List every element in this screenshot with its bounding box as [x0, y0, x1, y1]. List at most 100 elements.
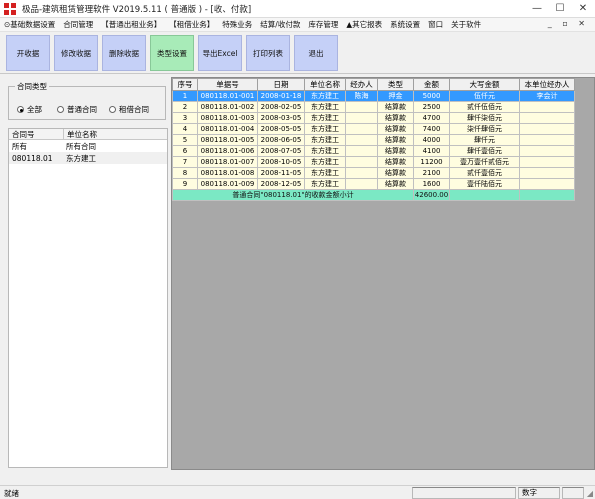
left-panel: 合同类型 全部 普通合同 租借合同 合同号 单位名称 所有 所有合同 08011…	[4, 78, 168, 468]
export-excel-button[interactable]: 导出Excel	[198, 35, 242, 71]
table-header-row: 序号 单据号 日期 单位名称 经办人 类型 金额 大写金额 本单位经办人	[172, 78, 575, 91]
col-receipt-no[interactable]: 单据号	[197, 78, 258, 91]
menu-special[interactable]: 特殊业务	[218, 19, 256, 30]
table-row[interactable]: 7 080118.01-007 2008-10-05 东方建工 结算款 11200 壹万壹仟…	[172, 156, 575, 168]
list-cell-unit-name: 东方建工	[66, 153, 96, 163]
minimize-button[interactable]: —	[526, 2, 548, 15]
cell-amount: 7400	[413, 123, 450, 135]
cell-amount-words: 肆仟柒佰元	[449, 112, 520, 124]
radio-unchecked-icon	[109, 106, 116, 113]
menu-basic-data[interactable]: ⊙基础数据设置	[0, 19, 59, 30]
cell-company-handler: 李会计	[519, 90, 575, 102]
close-button[interactable]: ✕	[572, 2, 594, 15]
mdi-window-controls[interactable]: _ ▫ ✕	[548, 19, 589, 28]
cell-date: 2008-12-05	[257, 178, 305, 190]
cell-handler	[345, 134, 378, 146]
cell-amount: 1600	[413, 178, 450, 190]
table-row[interactable]: 5 080118.01-005 2008-06-05 东方建工 结算款 4000 肆仟元	[172, 134, 575, 146]
contract-type-group: 合同类型 全部 普通合同 租借合同	[8, 81, 166, 120]
cell-amount-words: 壹万壹仟贰佰元	[449, 156, 520, 168]
table-row[interactable]: 3 080118.01-003 2008-03-05 东方建工 结算款 4700 肆仟柒佰元	[172, 112, 575, 124]
cell-unit-name: 东方建工	[304, 134, 346, 146]
table-row[interactable]: 1 080118.01-001 2008-01-18 东方建工 陈海 押金 5000 伍仟元李…	[172, 90, 575, 102]
status-panel-empty	[412, 487, 516, 499]
cell-receipt-no: 080118.01-006	[197, 145, 258, 157]
status-num-lock: 数字	[518, 487, 560, 499]
menu-window[interactable]: 窗口	[424, 19, 447, 30]
edit-receipt-button[interactable]: 修改收据	[54, 35, 98, 71]
table-row[interactable]: 8 080118.01-008 2008-11-05 东方建工 结算款 2100 贰仟壹佰元	[172, 167, 575, 179]
cell-company-handler	[519, 112, 575, 124]
cell-unit-name: 东方建工	[304, 156, 346, 168]
menu-about[interactable]: 关于软件	[447, 19, 485, 30]
col-handler[interactable]: 经办人	[345, 78, 378, 91]
column-contract-no[interactable]: 合同号	[9, 129, 63, 139]
cell-company-handler	[519, 134, 575, 146]
status-panel-empty	[562, 487, 584, 499]
cell-company-handler	[519, 145, 575, 157]
menu-inventory[interactable]: 库存管理	[304, 19, 342, 30]
app-logo-icon	[4, 2, 16, 15]
cell-amount-words: 贰仟壹佰元	[449, 167, 520, 179]
type-settings-button[interactable]: 类型设置	[150, 35, 194, 71]
col-index[interactable]: 序号	[172, 78, 198, 91]
delete-receipt-button[interactable]: 删除收据	[102, 35, 146, 71]
contract-list[interactable]: 合同号 单位名称 所有 所有合同 080118.01 东方建工	[8, 128, 168, 468]
list-cell-contract-no: 080118.01	[12, 153, 53, 163]
cell-amount: 2500	[413, 101, 450, 113]
col-unit-name[interactable]: 单位名称	[304, 78, 346, 91]
menu-lease[interactable]: 【租借业务】	[165, 19, 218, 30]
cell-unit-name: 东方建工	[304, 90, 346, 102]
col-company-handler[interactable]: 本单位经办人	[519, 78, 575, 91]
table-row[interactable]: 4 080118.01-004 2008-05-05 东方建工 结算款 7400 柒仟肆佰元	[172, 123, 575, 135]
cell-receipt-no: 080118.01-007	[197, 156, 258, 168]
cell-amount: 2100	[413, 167, 450, 179]
radio-normal-label: 普通合同	[67, 105, 97, 114]
table-row[interactable]: 6 080118.01-006 2008-07-05 东方建工 结算款 4100 肆仟壹佰元	[172, 145, 575, 157]
col-date[interactable]: 日期	[257, 78, 305, 91]
col-amount-words[interactable]: 大写金额	[449, 78, 520, 91]
radio-unchecked-icon	[57, 106, 64, 113]
cell-index: 7	[172, 156, 198, 168]
maximize-button[interactable]: ☐	[549, 2, 571, 15]
menu-settlement[interactable]: 结算/收付款	[256, 19, 304, 30]
menu-system[interactable]: 系统设置	[386, 19, 424, 30]
receipt-grid-area[interactable]: 序号 单据号 日期 单位名称 经办人 类型 金额 大写金额 本单位经办人 1 08…	[171, 77, 595, 470]
cell-index: 1	[172, 90, 198, 102]
cell-date: 2008-03-05	[257, 112, 305, 124]
list-item[interactable]: 所有 所有合同	[9, 140, 167, 152]
col-type[interactable]: 类型	[377, 78, 414, 91]
new-receipt-button[interactable]: 开收据	[6, 35, 50, 71]
menu-normal-rental[interactable]: 【普通出租业务】	[97, 19, 165, 30]
cell-receipt-no: 080118.01-004	[197, 123, 258, 135]
table-row[interactable]: 2 080118.01-002 2008-02-05 东方建工 结算款 2500 贰仟伍佰元	[172, 101, 575, 113]
cell-receipt-no: 080118.01-009	[197, 178, 258, 190]
cell-company-handler	[519, 156, 575, 168]
menu-other-reports[interactable]: ▲其它报表	[342, 19, 386, 30]
cell-unit-name: 东方建工	[304, 167, 346, 179]
radio-lease-contract[interactable]: 租借合同	[109, 104, 149, 115]
cell-handler	[345, 123, 378, 135]
cell-type: 结算款	[377, 101, 414, 113]
cell-date: 2008-07-05	[257, 145, 305, 157]
column-unit-name[interactable]: 单位名称	[63, 129, 163, 139]
radio-all[interactable]: 全部	[17, 104, 42, 115]
summary-empty	[449, 189, 520, 201]
cell-company-handler	[519, 101, 575, 113]
print-list-button[interactable]: 打印列表	[246, 35, 290, 71]
menu-contract[interactable]: 合同管理	[59, 19, 97, 30]
table-row[interactable]: 9 080118.01-009 2008-12-05 东方建工 结算款 1600 壹仟陆佰元	[172, 178, 575, 190]
list-item[interactable]: 080118.01 东方建工	[9, 152, 167, 164]
window-title: 极品-建筑租赁管理软件 V2019.5.11 ( 普通版 ) - [收、付款]	[22, 4, 252, 15]
cell-date: 2008-05-05	[257, 123, 305, 135]
cell-handler	[345, 178, 378, 190]
cell-company-handler	[519, 178, 575, 190]
cell-type: 结算款	[377, 178, 414, 190]
cell-amount: 5000	[413, 90, 450, 102]
resize-grip-icon[interactable]: ◢	[587, 489, 593, 498]
exit-button[interactable]: 退出	[294, 35, 338, 71]
radio-normal-contract[interactable]: 普通合同	[57, 104, 97, 115]
cell-company-handler	[519, 167, 575, 179]
col-amount[interactable]: 金额	[413, 78, 450, 91]
cell-amount-words: 壹仟陆佰元	[449, 178, 520, 190]
